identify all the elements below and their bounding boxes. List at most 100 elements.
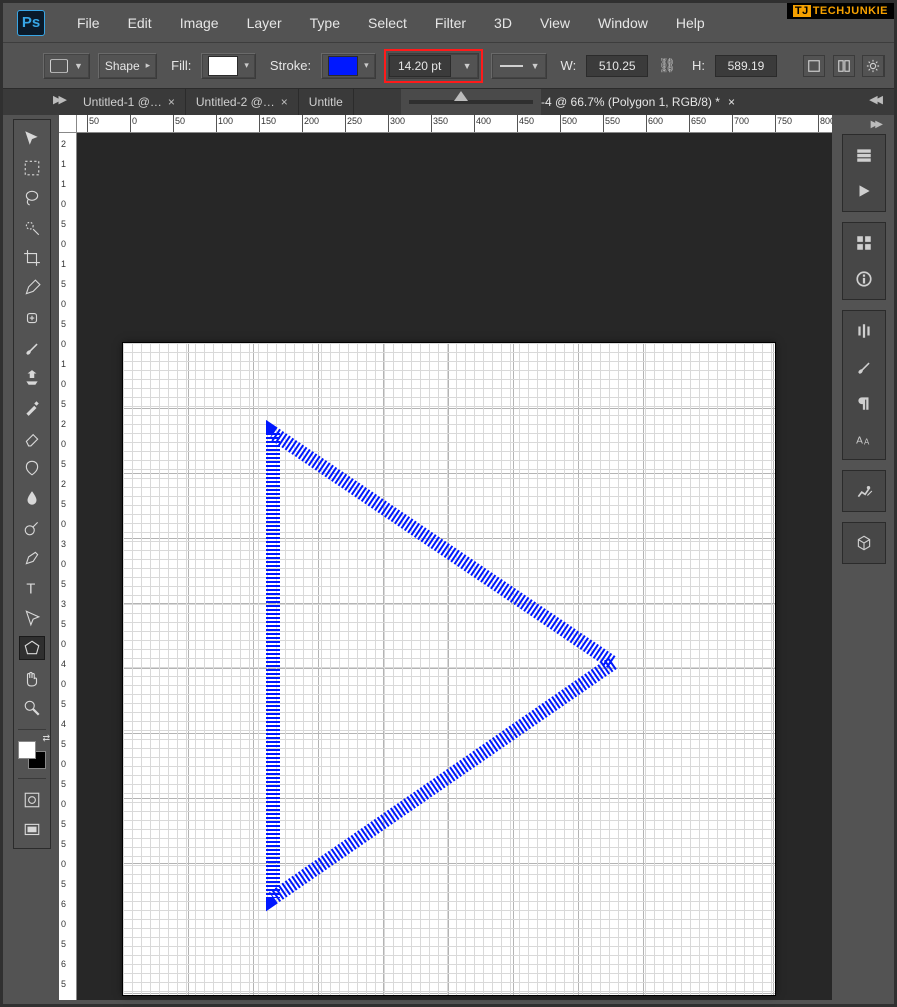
brushes-panel-icon[interactable] [851, 319, 877, 343]
foreground-background-swatch[interactable]: ⇄ [18, 741, 46, 769]
menu-layer[interactable]: Layer [233, 11, 296, 35]
history-brush-tool[interactable] [19, 396, 45, 420]
slider-thumb-icon[interactable] [454, 91, 468, 101]
crop-tool[interactable] [19, 246, 45, 270]
canvas-pasteboard[interactable] [77, 133, 832, 1000]
swap-colors-icon[interactable]: ⇄ [42, 733, 50, 744]
blur-tool[interactable] [19, 486, 45, 510]
menu-help[interactable]: Help [662, 11, 719, 35]
move-tool[interactable] [19, 126, 45, 150]
close-icon[interactable]: × [281, 95, 288, 109]
shape-height-input[interactable] [715, 55, 777, 77]
brush-tool[interactable] [19, 336, 45, 360]
vertical-ruler[interactable]: 2110501505010520525030535040545050550560… [59, 133, 77, 1000]
lasso-tool[interactable] [19, 186, 45, 210]
swatches-panel-icon[interactable] [851, 231, 877, 255]
brush-presets-panel-icon[interactable] [851, 355, 877, 379]
width-label: W: [561, 58, 577, 73]
document-tab-label: Untitled-2 @… [196, 95, 275, 109]
type-tool[interactable]: T [19, 576, 45, 600]
history-panel-icon[interactable] [851, 143, 877, 167]
document-tab[interactable]: Untitle [299, 89, 354, 115]
link-icon[interactable]: ⛓ [656, 57, 678, 74]
svg-text:A: A [856, 436, 863, 447]
document-canvas[interactable] [123, 343, 775, 995]
paragraph-panel-icon[interactable] [851, 391, 877, 415]
menu-image[interactable]: Image [166, 11, 233, 35]
fill-label: Fill: [171, 58, 191, 73]
dock-expand-icon[interactable]: ▶▶ [842, 119, 886, 130]
document-tab-strip: ▶▶ Untitled-1 @… × Untitled-2 @… × Untit… [3, 89, 894, 115]
screen-mode-toggle[interactable] [19, 818, 45, 842]
tab-collapse-right-icon[interactable]: ◀◀ [869, 93, 880, 106]
pen-tool[interactable] [19, 546, 45, 570]
dock-group [842, 470, 886, 512]
options-bar: ▼ Shape▸ Fill: ▾ Stroke: ▾ ▼ ▼ W: ⛓ H: [3, 43, 894, 89]
svg-text:T: T [26, 582, 35, 597]
menu-file[interactable]: File [63, 11, 114, 35]
clone-stamp-tool[interactable] [19, 366, 45, 390]
menu-type[interactable]: Type [296, 11, 354, 35]
fill-swatch[interactable]: ▾ [201, 53, 256, 79]
eyedropper-tool[interactable] [19, 276, 45, 300]
actions-panel-icon[interactable] [851, 179, 877, 203]
menu-view[interactable]: View [526, 11, 584, 35]
svg-text:A: A [864, 438, 870, 447]
polygon-tool[interactable] [19, 636, 45, 660]
gradient-tool[interactable] [19, 456, 45, 480]
menu-window[interactable]: Window [584, 11, 662, 35]
character-panel-icon[interactable]: AA [851, 427, 877, 451]
polygon-icon [50, 59, 68, 73]
path-operations-button[interactable] [803, 55, 825, 77]
workspace: 5005010015020025030035040045050055060065… [59, 115, 832, 1000]
watermark-text: TECHJUNKIE [813, 5, 888, 17]
stroke-label: Stroke: [270, 58, 311, 73]
stroke-swatch[interactable]: ▾ [321, 53, 376, 79]
active-document-label: -4 @ 66.7% (Polygon 1, RGB/8) * [541, 95, 720, 109]
dock-group [842, 522, 886, 564]
stroke-width-dropdown[interactable]: ▼ [388, 53, 479, 79]
spot-heal-tool[interactable] [19, 306, 45, 330]
shape-mode-label: Shape [105, 59, 140, 73]
app-menubar: Ps File Edit Image Layer Type Select Fil… [3, 3, 894, 43]
height-label: H: [692, 58, 705, 73]
path-select-tool[interactable] [19, 606, 45, 630]
stroke-width-field-highlight: ▼ [384, 49, 483, 83]
quick-select-tool[interactable] [19, 216, 45, 240]
menu-select[interactable]: Select [354, 11, 421, 35]
shape-mode-dropdown[interactable]: Shape▸ [98, 53, 157, 79]
stroke-style-dropdown[interactable]: ▼ [491, 53, 547, 79]
path-align-button[interactable] [833, 55, 855, 77]
eraser-tool[interactable] [19, 426, 45, 450]
menu-filter[interactable]: Filter [421, 11, 480, 35]
foreground-color[interactable] [18, 741, 36, 759]
close-icon[interactable]: × [728, 95, 735, 109]
tab-collapse-left-icon[interactable]: ▶▶ [53, 93, 64, 106]
hand-tool[interactable] [19, 666, 45, 690]
ruler-origin[interactable] [59, 115, 77, 133]
marquee-tool[interactable] [19, 156, 45, 180]
info-panel-icon[interactable] [851, 267, 877, 291]
stroke-width-slider-popup[interactable] [401, 89, 541, 115]
app-logo[interactable]: Ps [17, 10, 45, 36]
polygon-shape-layer[interactable] [123, 343, 775, 995]
menu-3d[interactable]: 3D [480, 11, 526, 35]
quick-mask-toggle[interactable] [19, 788, 45, 812]
menu-edit[interactable]: Edit [114, 11, 166, 35]
dock-group: AA [842, 310, 886, 460]
shape-width-input[interactable] [586, 55, 648, 77]
zoom-tool[interactable] [19, 696, 45, 720]
dodge-tool[interactable] [19, 516, 45, 540]
document-tab[interactable]: Untitled-1 @… × [73, 89, 186, 115]
geometry-options-gear-icon[interactable] [862, 55, 884, 77]
tool-preset-picker[interactable]: ▼ [43, 53, 90, 79]
horizontal-ruler[interactable]: 5005010015020025030035040045050055060065… [77, 115, 832, 133]
adjustments-panel-icon[interactable] [851, 479, 877, 503]
3d-panel-icon[interactable] [851, 531, 877, 555]
stroke-width-input[interactable] [389, 55, 451, 77]
dock-group [842, 222, 886, 300]
document-tab[interactable]: Untitled-2 @… × [186, 89, 299, 115]
document-tab-label: Untitle [309, 95, 343, 109]
active-document-title[interactable]: -4 @ 66.7% (Polygon 1, RGB/8) * × [541, 89, 735, 115]
close-icon[interactable]: × [168, 95, 175, 109]
